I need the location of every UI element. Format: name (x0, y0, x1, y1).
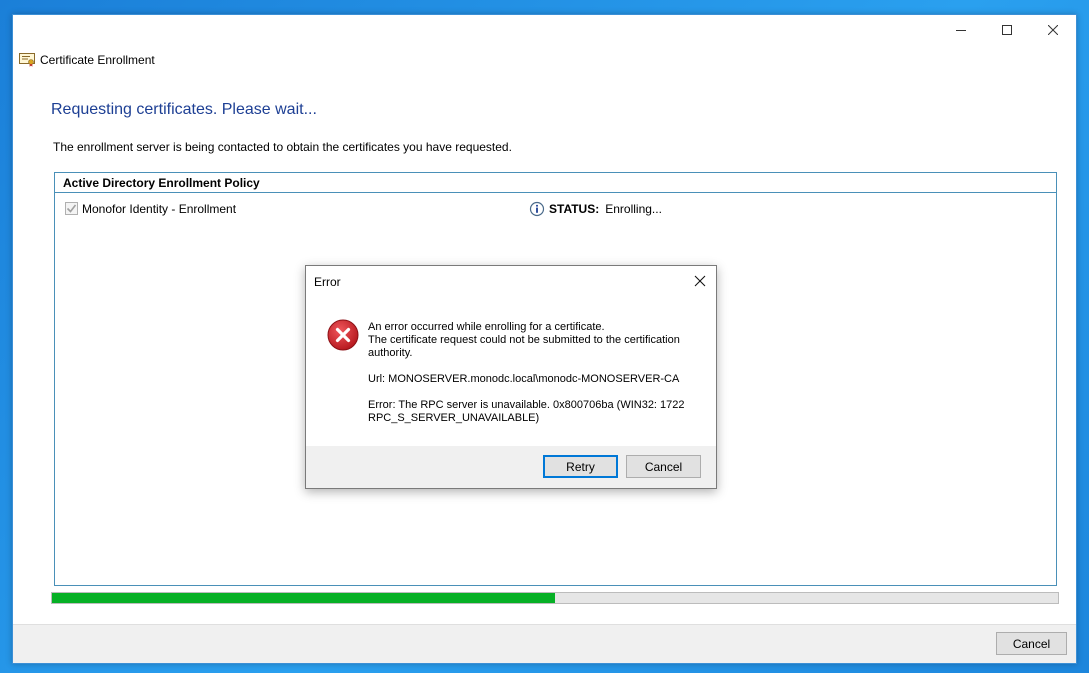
enrollment-progress-bar (51, 592, 1059, 604)
cancel-button[interactable]: Cancel (996, 632, 1067, 655)
caption-buttons (938, 15, 1076, 45)
policy-item-name: Monofor Identity - Enrollment (82, 202, 237, 216)
minimize-button[interactable] (938, 15, 984, 45)
dialog-url-line: Url: MONOSERVER.monodc.local\monodc-MONO… (368, 373, 680, 385)
page-description: The enrollment server is being contacted… (53, 140, 512, 154)
dialog-close-button[interactable] (688, 270, 712, 292)
window-footer: Cancel (13, 624, 1076, 663)
status-indicator: STATUS: Enrolling... (529, 201, 662, 217)
certificate-icon (19, 53, 35, 67)
dialog-title: Error (314, 275, 341, 289)
checkmark-icon (66, 204, 77, 213)
dialog-error-line: Error: The RPC server is unavailable. 0x… (368, 399, 685, 424)
policy-header: Active Directory Enrollment Policy (55, 173, 1056, 193)
info-icon (529, 201, 545, 217)
status-label: STATUS: (549, 202, 600, 216)
maximize-icon (1002, 25, 1012, 35)
close-icon (694, 275, 706, 287)
app-title: Certificate Enrollment (40, 53, 155, 67)
dialog-message: An error occurred while enrolling for a … (368, 321, 698, 438)
close-icon (1048, 25, 1058, 35)
error-icon (327, 319, 359, 351)
dialog-message-main: An error occurred while enrolling for a … (368, 321, 680, 359)
page-heading: Requesting certificates. Please wait... (51, 101, 317, 118)
dialog-cancel-button[interactable]: Cancel (626, 455, 701, 478)
status-value: Enrolling... (605, 202, 662, 216)
policy-checkbox[interactable] (65, 202, 78, 215)
minimize-icon (956, 30, 966, 31)
dialog-footer: Retry Cancel (306, 446, 716, 488)
retry-button[interactable]: Retry (543, 455, 618, 478)
progress-fill (52, 593, 555, 603)
close-button[interactable] (1030, 15, 1076, 45)
app-title-bar: Certificate Enrollment (19, 53, 155, 67)
policy-row: Monofor Identity - Enrollment STATUS: En… (55, 193, 1056, 223)
error-dialog: Error An error occurred while enrolling … (305, 265, 717, 489)
maximize-button[interactable] (984, 15, 1030, 45)
